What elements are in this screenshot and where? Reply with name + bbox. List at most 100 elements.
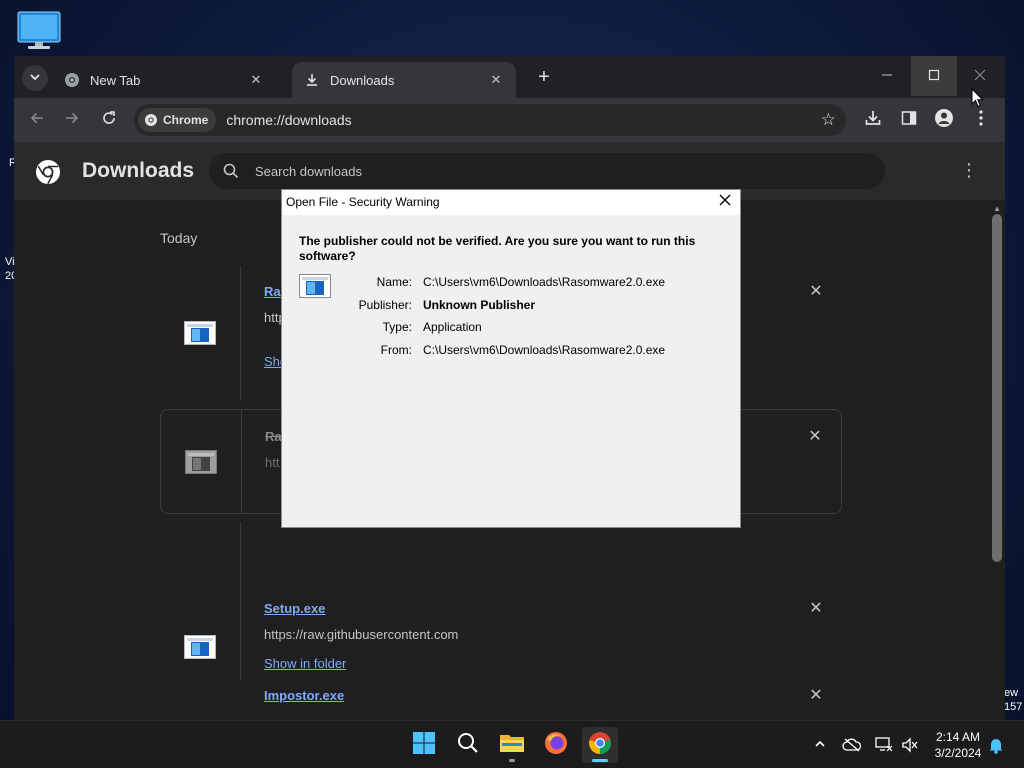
firefox-icon <box>544 731 568 760</box>
kebab-menu-icon: ⋮ <box>960 160 978 180</box>
onedrive-offline-icon[interactable] <box>842 735 862 755</box>
notification-bell-icon[interactable] <box>986 735 1006 755</box>
site-info-chip[interactable]: Chrome <box>138 108 217 132</box>
side-panel-icon <box>901 110 917 131</box>
chrome-menu-button[interactable] <box>967 106 995 134</box>
security-warning-dialog: Open File - Security Warning The publish… <box>281 189 741 528</box>
maximize-button[interactable] <box>911 56 957 96</box>
scrollbar[interactable]: ▲ <box>989 200 1005 720</box>
address-bar[interactable]: Chrome chrome://downloads ☆ <box>134 104 846 136</box>
detail-value: C:\Users\vm6\Downloads\Rasomware2.0.exe <box>423 275 666 290</box>
system-clock[interactable]: 2:14 AM 3/2/2024 <box>920 729 996 761</box>
downloads-button[interactable] <box>859 106 887 134</box>
remove-item-button[interactable]: ✕ <box>807 429 823 445</box>
search-icon <box>223 163 239 179</box>
detail-row-from: From: C:\Users\vm6\Downloads\Rasomware2.… <box>342 339 665 362</box>
download-item: Setup.exe https://raw.githubusercontent.… <box>160 522 842 660</box>
active-indicator <box>592 759 608 762</box>
detail-label: From: <box>380 342 412 357</box>
tab-strip: New Tab ✕ Downloads ✕ + <box>14 56 1005 98</box>
back-button[interactable] <box>23 106 51 134</box>
file-explorer-icon <box>499 732 525 759</box>
show-in-folder-link[interactable]: Show in folder <box>264 656 346 671</box>
avatar-icon <box>934 108 954 133</box>
close-icon: ✕ <box>809 600 823 617</box>
reload-icon <box>101 110 117 131</box>
close-icon: ✕ <box>809 687 823 704</box>
close-icon: ✕ <box>808 428 822 445</box>
taskbar-chrome[interactable] <box>582 727 618 763</box>
mouse-cursor-icon <box>971 87 985 108</box>
close-icon[interactable]: ✕ <box>488 72 504 88</box>
date-group-label: Today <box>160 230 198 246</box>
file-name-link[interactable]: Impostor.exe <box>264 688 344 703</box>
taskbar: 2:14 AM 3/2/2024 <box>0 720 1024 768</box>
search-icon <box>457 732 479 759</box>
remove-item-button[interactable]: ✕ <box>808 601 824 617</box>
remove-item-button[interactable]: ✕ <box>808 284 824 300</box>
divider <box>240 266 241 400</box>
file-name-link[interactable]: Ra <box>265 429 282 444</box>
search-input[interactable] <box>255 163 755 179</box>
file-source-url: htt <box>265 455 280 470</box>
detail-value: C:\Users\vm6\Downloads\Rasomware2.0.exe <box>423 342 666 357</box>
scroll-up-arrow-icon[interactable]: ▲ <box>993 204 1001 213</box>
maximize-icon <box>928 68 940 84</box>
side-panel-button[interactable] <box>895 106 923 134</box>
tab-search-button[interactable] <box>22 65 48 91</box>
detail-value[interactable]: Unknown Publisher <box>423 298 535 312</box>
minimize-button[interactable] <box>864 56 910 96</box>
url-text: chrome://downloads <box>226 112 352 128</box>
dialog-close-button[interactable] <box>716 193 734 211</box>
running-indicator <box>509 759 515 762</box>
close-icon[interactable]: ✕ <box>248 72 264 88</box>
new-tab-button[interactable]: + <box>532 66 556 90</box>
downloads-more-actions-button[interactable]: ⋮ <box>959 161 979 181</box>
detail-row-name: Name: C:\Users\vm6\Downloads\Rasomware2.… <box>342 271 665 294</box>
browser-toolbar: Chrome chrome://downloads ☆ <box>14 98 1005 142</box>
download-icon <box>304 72 320 88</box>
clock-time: 2:14 AM <box>935 730 981 744</box>
file-source-url: https://raw.githubusercontent.com <box>264 627 459 642</box>
arrow-left-icon <box>29 110 45 131</box>
volume-muted-icon[interactable] <box>900 735 920 755</box>
detail-label: Publisher: <box>358 297 412 312</box>
file-name-link[interactable]: Ra <box>264 284 281 299</box>
tab-new-tab[interactable]: New Tab ✕ <box>52 62 276 98</box>
tab-downloads[interactable]: Downloads ✕ <box>292 62 516 98</box>
dialog-title: Open File - Security Warning <box>286 195 440 209</box>
executable-file-icon <box>184 321 216 345</box>
scrollbar-thumb[interactable] <box>992 214 1002 562</box>
file-name-link[interactable]: Setup.exe <box>264 601 325 616</box>
executable-file-icon <box>184 635 216 659</box>
executable-file-icon <box>299 274 331 298</box>
taskbar-file-explorer[interactable] <box>494 727 530 763</box>
taskbar-firefox[interactable] <box>538 727 574 763</box>
chrome-icon <box>64 72 80 88</box>
detail-value: Application <box>423 320 482 335</box>
minimize-icon <box>881 68 893 84</box>
chrome-logo-icon <box>34 158 62 186</box>
chevron-down-icon <box>29 71 41 86</box>
search-box[interactable] <box>209 153 885 189</box>
detail-label: Name: <box>376 275 412 290</box>
show-hidden-icons-button[interactable] <box>810 735 830 755</box>
detail-label: Type: <box>382 320 412 335</box>
executable-file-icon <box>185 450 217 474</box>
close-icon: ✕ <box>809 283 823 300</box>
network-icon[interactable] <box>874 735 894 755</box>
chevron-up-icon <box>814 737 826 753</box>
remove-item-button[interactable]: ✕ <box>808 688 824 704</box>
dialog-titlebar[interactable]: Open File - Security Warning <box>282 190 740 215</box>
chip-label: Chrome <box>163 113 209 127</box>
reload-button[interactable] <box>95 106 123 134</box>
taskbar-search-button[interactable] <box>450 727 486 763</box>
detail-row-type: Type: Application <box>342 316 665 339</box>
forward-button[interactable] <box>58 106 86 134</box>
profile-button[interactable] <box>930 106 958 134</box>
warning-question: The publisher could not be verified. Are… <box>299 234 696 263</box>
this-pc-desktop-icon[interactable] <box>16 10 62 50</box>
start-button[interactable] <box>406 727 442 763</box>
download-item: Impostor.exe ✕ <box>160 670 842 720</box>
star-icon[interactable]: ☆ <box>821 110 836 130</box>
